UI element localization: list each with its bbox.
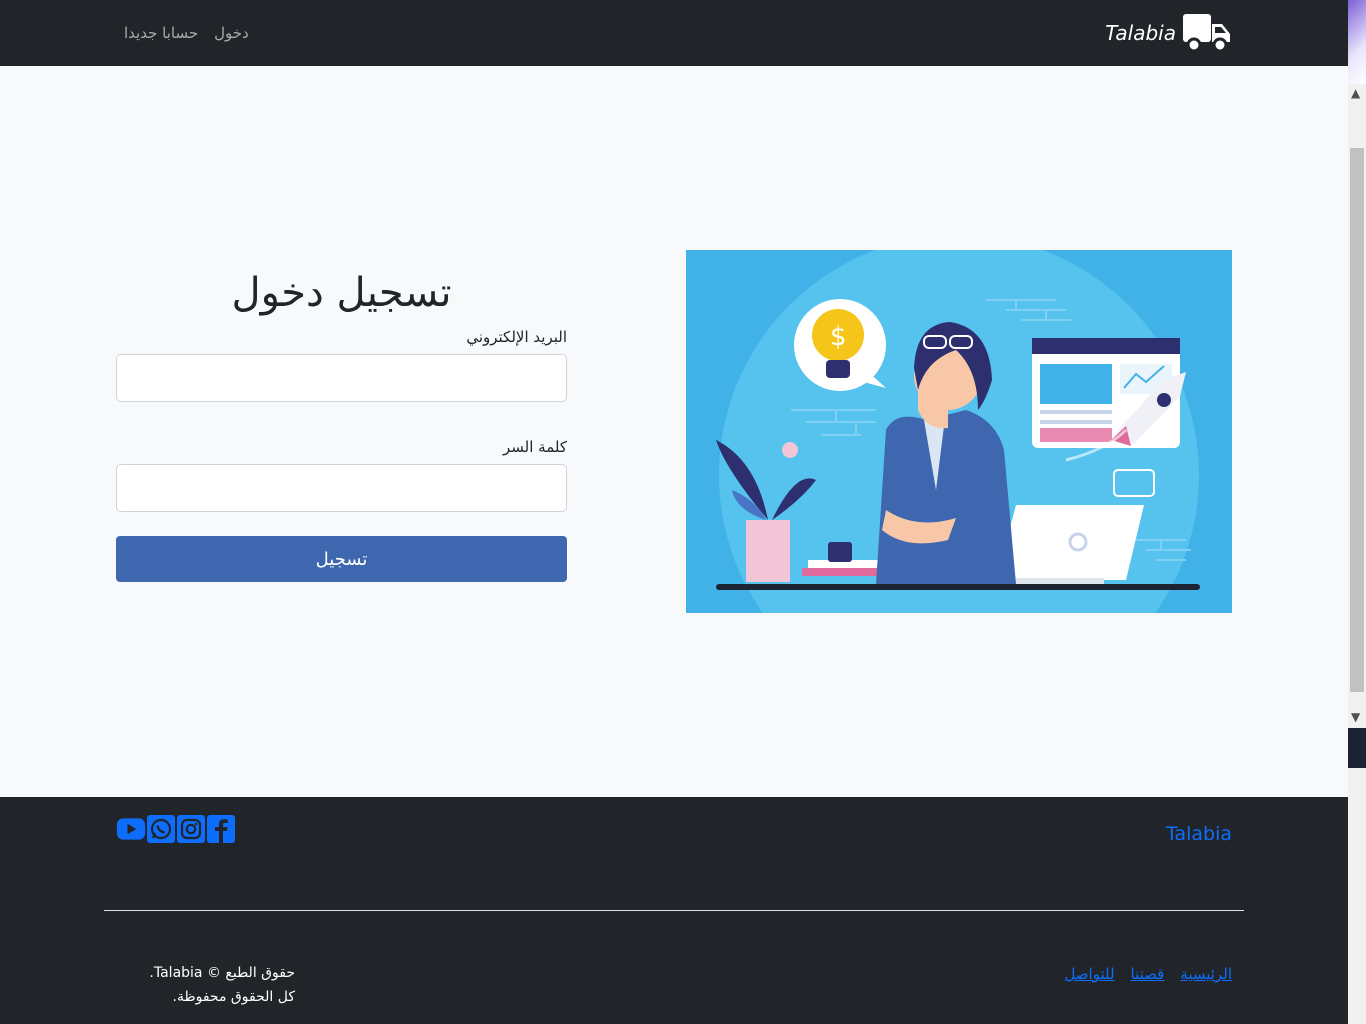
navbar-brand[interactable]: Talabia	[1105, 12, 1232, 54]
password-field[interactable]	[116, 464, 567, 512]
copyright-line-1: حقوق الطبع © Talabia.	[149, 965, 295, 981]
email-field[interactable]	[116, 354, 567, 402]
scrollbar-dark-strip	[1348, 728, 1366, 768]
illustration-svg: $	[716, 250, 1200, 613]
svg-text:$: $	[830, 322, 847, 352]
footer-brand[interactable]: Talabia	[1166, 823, 1232, 845]
truck-icon	[1183, 14, 1230, 53]
nav-link-new-account[interactable]: حسابا جديدا	[124, 24, 198, 42]
instagram-icon[interactable]	[176, 815, 206, 843]
page: Talabia حسابا جديدا دخول تسجيل دخول البر…	[0, 0, 1348, 1024]
hero-illustration: $	[686, 250, 1232, 613]
copyright: حقوق الطبع © Talabia. كل الحقوق محفوظة.	[140, 961, 295, 1009]
footer-divider	[104, 910, 1244, 911]
footer-link-home[interactable]: الرئيسية	[1180, 965, 1232, 983]
nav-links: حسابا جديدا دخول	[124, 24, 249, 42]
brand-text: Talabia	[1105, 21, 1176, 45]
login-form: تسجيل دخول البريد الإلكتروني كلمة السر ت…	[116, 268, 567, 582]
scrollbar-thumb[interactable]	[1350, 148, 1364, 692]
scrollbar-top-accent	[1348, 0, 1366, 84]
youtube-icon[interactable]	[116, 815, 146, 843]
password-label: كلمة السر	[503, 438, 567, 456]
email-label: البريد الإلكتروني	[466, 328, 567, 346]
copyright-line-2: كل الحقوق محفوظة.	[172, 989, 296, 1005]
footer-links: الرئيسية قصتنا للتواصل	[1064, 965, 1232, 983]
social-icons	[116, 815, 236, 843]
nav-link-login[interactable]: دخول	[214, 24, 249, 42]
footer-link-contact[interactable]: للتواصل	[1064, 965, 1114, 983]
footer-link-story[interactable]: قصتنا	[1131, 965, 1165, 983]
facebook-icon[interactable]	[206, 815, 236, 843]
whatsapp-icon[interactable]	[146, 815, 176, 843]
footer: Talabia حقوق الطبع © Talabia. كل الحقوق …	[0, 797, 1348, 1024]
scrollbar[interactable]: ▲ ▼	[1348, 0, 1366, 1024]
submit-button[interactable]: تسجيل	[116, 536, 567, 582]
scroll-up-icon[interactable]: ▲	[1351, 86, 1360, 100]
navbar: Talabia حسابا جديدا دخول	[0, 0, 1348, 66]
scroll-down-icon[interactable]: ▼	[1351, 710, 1360, 724]
login-title: تسجيل دخول	[231, 270, 452, 316]
